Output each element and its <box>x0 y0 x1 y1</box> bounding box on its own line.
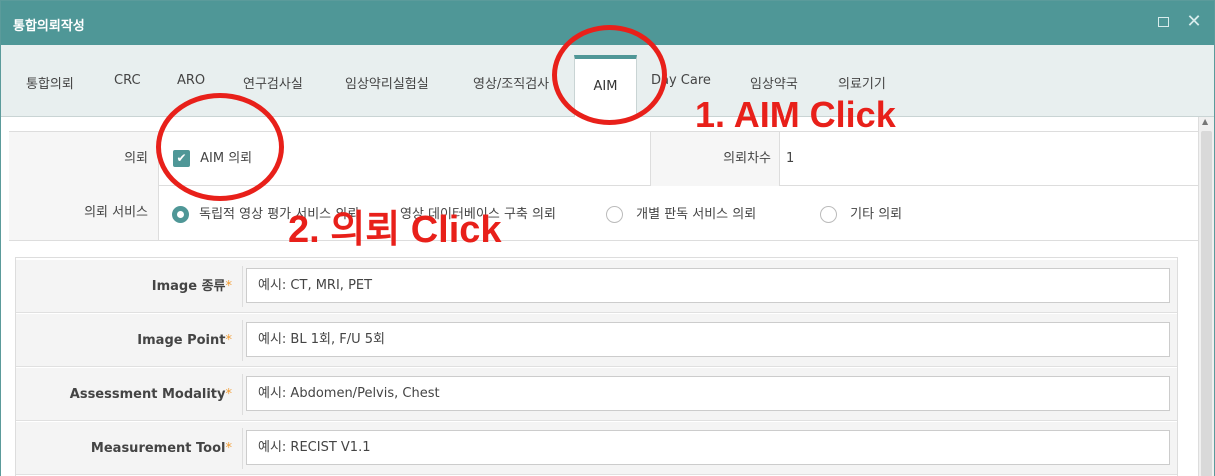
service-option-other[interactable]: 기타 의뢰 <box>820 203 902 223</box>
measurement-tool-input[interactable] <box>246 430 1170 465</box>
scroll-up-icon[interactable]: ▲ <box>1202 117 1208 126</box>
annotation-circle-aim-tab <box>552 25 667 125</box>
aim-form: Image 종류* Image Point* Assessment Modali… <box>15 257 1178 476</box>
image-type-label: Image 종류* <box>151 279 232 294</box>
request-count-label: 의뢰차수 <box>650 132 780 186</box>
tab-clinical-pharmacology-lab[interactable]: 임상약리실험실 <box>345 73 429 97</box>
scroll-thumb[interactable] <box>1201 131 1212 476</box>
service-label: 의뢰 서비스 <box>9 186 159 240</box>
radio-selected-icon[interactable] <box>172 206 189 223</box>
radio-unselected-icon[interactable] <box>820 206 837 223</box>
dialog-window: 통합의뢰작성 ✕ 통합의뢰 CRC ARO 연구검사실 임상약리실험실 영상/조… <box>0 0 1215 476</box>
tab-imaging-pathology[interactable]: 영상/조직검사 <box>473 73 549 97</box>
radio-unselected-icon[interactable] <box>606 206 623 223</box>
form-row-image-point: Image Point* <box>16 314 1177 367</box>
service-option-individual-reading[interactable]: 개별 판독 서비스 의뢰 <box>606 203 756 223</box>
annotation-circle-request-checkbox <box>156 93 284 201</box>
request-count-value: 1 <box>786 151 795 166</box>
assessment-modality-label: Assessment Modality* <box>69 387 232 402</box>
annotation-step-1: 1. AIM Click <box>695 94 896 135</box>
tab-research-lab[interactable]: 연구검사실 <box>243 73 303 97</box>
form-row-assessment-modality: Assessment Modality* <box>16 368 1177 421</box>
request-label: 의뢰 <box>9 132 159 186</box>
vertical-scrollbar[interactable]: ▲ <box>1198 117 1214 476</box>
service-row: 의뢰 서비스 독립적 영상 평가 서비스 의뢰 영상 데이터베이스 구축 의뢰 … <box>9 186 1198 241</box>
image-type-input[interactable] <box>246 268 1170 303</box>
image-point-input[interactable] <box>246 322 1170 357</box>
window-title: 통합의뢰작성 <box>13 19 85 34</box>
form-row-image-type: Image 종류* <box>16 260 1177 313</box>
maximize-icon[interactable] <box>1153 12 1173 32</box>
service-option-label: 개별 판독 서비스 의뢰 <box>636 207 757 222</box>
image-point-label: Image Point* <box>137 333 232 348</box>
tab-aro[interactable]: ARO <box>177 73 205 97</box>
measurement-tool-label: Measurement Tool* <box>90 441 232 456</box>
service-option-label: 기타 의뢰 <box>850 207 903 222</box>
tab-integrated-request[interactable]: 통합의뢰 <box>26 73 74 97</box>
close-icon[interactable]: ✕ <box>1184 12 1204 32</box>
assessment-modality-input[interactable] <box>246 376 1170 411</box>
tab-crc[interactable]: CRC <box>114 73 141 97</box>
form-row-measurement-tool: Measurement Tool* <box>16 422 1177 475</box>
annotation-step-2: 2. 의뢰 Click <box>288 209 502 251</box>
